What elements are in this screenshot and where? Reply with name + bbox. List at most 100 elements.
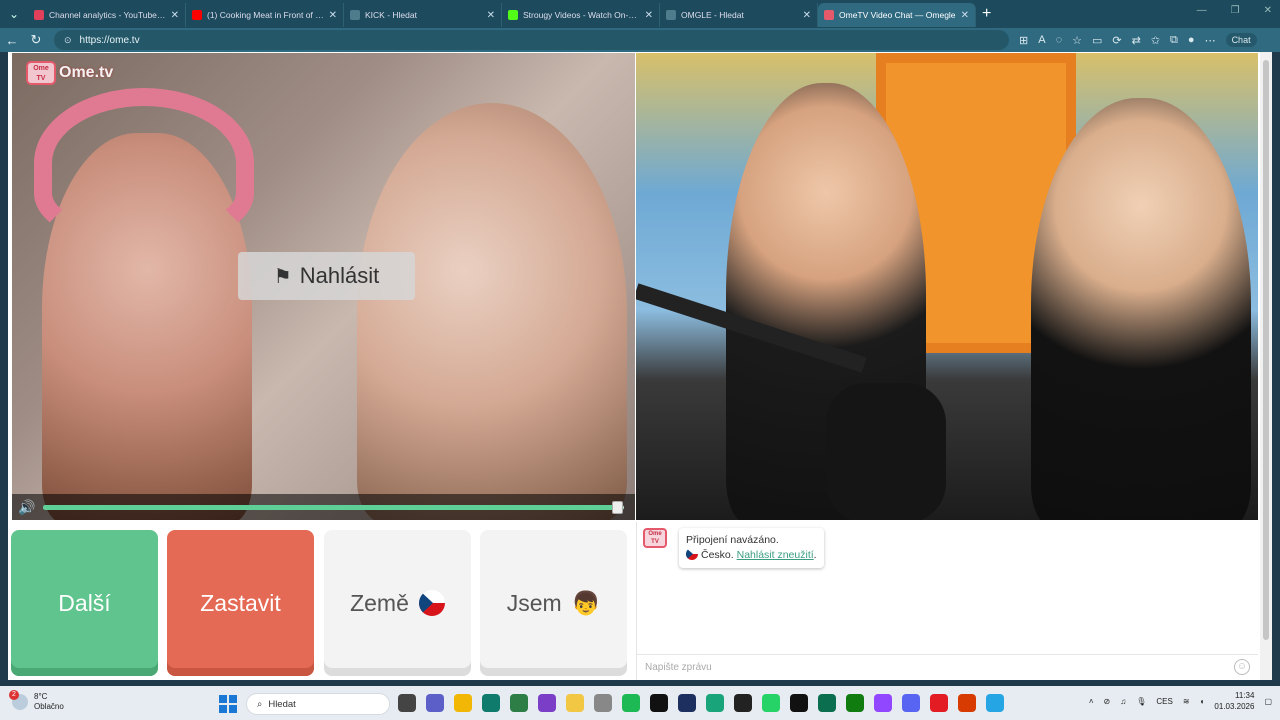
- notifications-icon[interactable]: ▢: [1264, 697, 1272, 706]
- browser-tab[interactable]: (1) Cooking Meat in Front of Vegans ✕: [186, 3, 344, 27]
- search-icon: ⌕: [257, 698, 263, 710]
- page-scrollbar[interactable]: [1260, 52, 1272, 680]
- gender-button[interactable]: Jsem 👦: [480, 530, 627, 676]
- more-menu-icon[interactable]: ⋯: [1205, 34, 1216, 47]
- scrollbar-thumb[interactable]: [1263, 60, 1269, 640]
- reload-icon[interactable]: ↻: [24, 32, 48, 48]
- pinned-app-icon[interactable]: [874, 694, 892, 712]
- minimize-icon[interactable]: —: [1197, 5, 1207, 16]
- logo-badge: Ome TV: [26, 61, 56, 85]
- pinned-app-icon[interactable]: [454, 694, 472, 712]
- pinned-app-icon[interactable]: [622, 694, 640, 712]
- wifi-icon[interactable]: ≋: [1183, 697, 1190, 706]
- speaker-icon[interactable]: 🔊: [18, 499, 36, 516]
- pinned-app-icon[interactable]: [958, 694, 976, 712]
- pinned-app-icon[interactable]: [566, 694, 584, 712]
- copilot-chat-button[interactable]: Chat: [1225, 33, 1257, 47]
- stop-button[interactable]: Zastavit: [167, 530, 314, 676]
- pinned-app-icon[interactable]: [986, 694, 1004, 712]
- maximize-icon[interactable]: ❐: [1231, 5, 1240, 16]
- country-button[interactable]: Země: [324, 530, 471, 676]
- pinned-app-icon[interactable]: [706, 694, 724, 712]
- pinned-app-icon[interactable]: [510, 694, 528, 712]
- profile-avatar-icon[interactable]: ●: [1188, 34, 1195, 46]
- pinned-app-icon[interactable]: [930, 694, 948, 712]
- new-tab-button[interactable]: +: [982, 5, 991, 23]
- pinned-app-icon[interactable]: [538, 694, 556, 712]
- tab-close-icon[interactable]: ✕: [803, 10, 811, 21]
- browser-tab[interactable]: Channel analytics - YouTube Studio ✕: [28, 3, 186, 27]
- country-label: Země: [350, 589, 409, 616]
- pinned-app-icon[interactable]: [678, 694, 696, 712]
- tab-close-icon[interactable]: ✕: [329, 10, 337, 21]
- report-abuse-link[interactable]: Nahlásit zneužití: [737, 549, 814, 561]
- chat-message-input[interactable]: Napište zprávu ☺: [637, 654, 1258, 680]
- favorites-icon[interactable]: ✩: [1151, 34, 1160, 47]
- browser-tab[interactable]: Strougy Videos - Watch On-Demand ✕: [502, 3, 660, 27]
- pinned-app-icon[interactable]: [846, 694, 864, 712]
- back-icon[interactable]: ←: [0, 33, 24, 48]
- pinned-app-icon[interactable]: [818, 694, 836, 712]
- tab-close-icon[interactable]: ✕: [171, 10, 179, 21]
- weather-widget[interactable]: 2 8°C Oblačno: [9, 690, 64, 712]
- pinned-app-icon[interactable]: [734, 694, 752, 712]
- tab-close-icon[interactable]: ✕: [961, 10, 969, 21]
- tab-close-icon[interactable]: ✕: [645, 10, 653, 21]
- clock[interactable]: 11:34 01.03.2026: [1214, 690, 1254, 712]
- microphone-icon[interactable]: 🎙: [1136, 697, 1146, 706]
- volume-slider[interactable]: [43, 501, 624, 514]
- close-window-icon[interactable]: ✕: [1264, 5, 1272, 16]
- pinned-app-icon[interactable]: [398, 694, 416, 712]
- refresh-extension-icon[interactable]: ⟳: [1112, 34, 1121, 47]
- next-button[interactable]: Další: [11, 530, 158, 676]
- pinned-app-icon[interactable]: [426, 694, 444, 712]
- language-indicator[interactable]: CES: [1156, 697, 1172, 706]
- browser-tab[interactable]: OMGLE - Hledat ✕: [660, 3, 818, 27]
- taskbar-search[interactable]: ⌕ Hledat: [246, 693, 390, 715]
- pinned-app-icon[interactable]: [650, 694, 668, 712]
- browser-tab[interactable]: OmeTV Video Chat — Omegle ✕: [818, 3, 976, 27]
- flag-icon: ⚑: [273, 265, 292, 288]
- browser-tab[interactable]: KICK - Hledat ✕: [344, 3, 502, 27]
- gender-label: Jsem: [506, 589, 562, 616]
- collections-icon[interactable]: ⧉: [1170, 34, 1178, 47]
- pinned-app-icon[interactable]: [762, 694, 780, 712]
- tray-overflow-icon[interactable]: ˄: [1089, 697, 1094, 706]
- start-button[interactable]: [219, 695, 237, 713]
- emoji-icon[interactable]: ☺: [1234, 659, 1250, 675]
- self-video: [636, 53, 1258, 520]
- split-screen-icon[interactable]: ⇄: [1132, 34, 1141, 47]
- tab-favicon-icon: [824, 10, 834, 20]
- tab-actions-menu-icon[interactable]: ⌄: [0, 0, 28, 28]
- address-bar-row: ← ↻ ⊙ https://ome.tv ⊞ A ◌ ☆ ▭ ⟳ ⇄ ✩ ⧉ ●…: [0, 28, 1280, 52]
- tab-close-icon[interactable]: ✕: [487, 10, 495, 21]
- chat-panel: Ome TV Připojení navázáno. Česko. Nahlás…: [636, 522, 1258, 680]
- volume-tray-icon[interactable]: ◖: [1200, 697, 1205, 706]
- address-field[interactable]: ⊙ https://ome.tv: [54, 30, 1009, 50]
- video-icon[interactable]: ▭: [1092, 34, 1102, 47]
- site-info-icon[interactable]: ⊙: [64, 35, 72, 46]
- weather-temp: 8°C: [34, 692, 48, 701]
- read-aloud-icon[interactable]: A: [1038, 34, 1045, 46]
- network-off-icon[interactable]: ⊘: [1104, 697, 1111, 706]
- report-button[interactable]: ⚑ Nahlásit: [238, 252, 415, 300]
- self-person-right: [1031, 98, 1251, 520]
- speaker-tray-icon[interactable]: ♫: [1120, 697, 1126, 706]
- clock-time: 11:34: [1235, 691, 1255, 700]
- favorite-star-icon[interactable]: ☆: [1072, 34, 1082, 47]
- pinned-app-icon[interactable]: [594, 694, 612, 712]
- system-tray: ˄ ⊘ ♫ 🎙 CES ≋ ◖ 11:34 01.03.2026 ▢: [1089, 690, 1272, 712]
- pinned-app-icon[interactable]: [902, 694, 920, 712]
- czech-flag-small-icon: [686, 548, 698, 560]
- volume-thumb[interactable]: [612, 501, 624, 514]
- stop-label: Zastavit: [200, 589, 281, 616]
- chat-input-placeholder: Napište zprávu: [645, 662, 712, 673]
- partner-person-right: [357, 103, 627, 520]
- boy-face-icon: 👦: [571, 589, 601, 616]
- country-line: Česko. Nahlásit zneužití.: [686, 548, 817, 563]
- tab-favicon-icon: [192, 10, 202, 20]
- app-available-icon[interactable]: ⊞: [1019, 34, 1028, 47]
- pinned-app-icon[interactable]: [482, 694, 500, 712]
- pinned-app-icon[interactable]: [790, 694, 808, 712]
- extensions-icon[interactable]: ◌: [1056, 34, 1063, 46]
